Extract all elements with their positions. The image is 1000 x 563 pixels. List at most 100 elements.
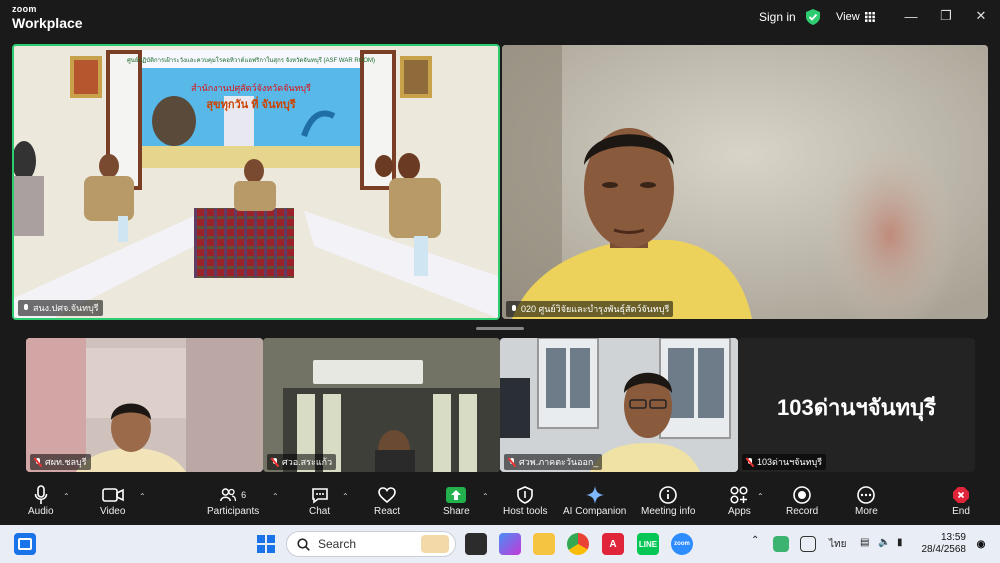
pdf-reader-icon[interactable]: A xyxy=(602,533,624,555)
tile-name-tag: ศวอ.สระแก้ว xyxy=(267,454,337,470)
microphone-icon xyxy=(510,304,518,314)
video-camera-icon xyxy=(101,488,124,502)
banner-slogan-1: สำนักงานปศุสัตว์จังหวัดจันทบุรี xyxy=(191,82,311,94)
restore-icon[interactable]: ❐ xyxy=(938,8,954,24)
microphone-muted-icon xyxy=(746,457,754,467)
banner-top-text: ศูนย์ปฏิบัติการเฝ้าระวังและควบคุมโรคอหิว… xyxy=(127,56,375,64)
shield-check-icon xyxy=(806,9,820,25)
participant-name: ศวอ.สระแก้ว xyxy=(282,457,333,467)
ai-companion-button[interactable]: AI Companion xyxy=(563,484,626,517)
search-highlight-icon xyxy=(421,535,449,553)
end-meeting-button[interactable]: End xyxy=(952,484,970,517)
zoom-logo: zoom Workplace xyxy=(12,4,83,31)
participant-name: ศวพ.ภาคตะวันออก_ xyxy=(519,457,599,467)
video-tile-3[interactable]: ศผท.ชลบุรี xyxy=(26,338,263,472)
chat-button[interactable]: Chat xyxy=(309,484,330,517)
microphone-icon xyxy=(34,485,48,504)
share-screen-icon xyxy=(446,487,467,503)
video-tile-4[interactable]: ศวอ.สระแก้ว xyxy=(263,338,500,472)
view-label: View xyxy=(836,11,860,23)
meeting-info-button[interactable]: Meeting info xyxy=(641,484,695,517)
video-options-caret-icon[interactable]: ⌃ xyxy=(139,492,146,501)
audio-button[interactable]: Audio xyxy=(28,484,54,517)
microphone-icon xyxy=(22,303,30,313)
share-caret-icon[interactable]: ⌃ xyxy=(482,492,489,501)
clock-time: 13:59 xyxy=(940,532,966,543)
info-icon xyxy=(659,486,678,504)
record-icon xyxy=(793,486,811,504)
volume-icon[interactable]: 🔈 xyxy=(878,537,890,548)
tray-app-icon[interactable] xyxy=(773,536,789,552)
tray-overflow-icon[interactable]: ⌃ xyxy=(751,535,759,546)
search-placeholder: Search xyxy=(318,537,357,551)
widgets-icon[interactable] xyxy=(14,533,36,555)
video-tile-5[interactable]: ศวพ.ภาคตะวันออก_ xyxy=(500,338,738,472)
chat-bubble-icon xyxy=(311,487,328,504)
notification-bell-icon[interactable]: ◉ xyxy=(973,536,989,552)
participant-name: 020 ศูนย์วิจัยและบำรุงพันธุ์สัตว์จันทบุร… xyxy=(521,304,670,314)
meeting-info-label: Meeting info xyxy=(641,506,696,517)
more-icon xyxy=(857,486,876,504)
participant-name: ศผท.ชลบุรี xyxy=(45,457,87,467)
minimize-icon[interactable]: — xyxy=(903,8,919,24)
brand-bottom: Workplace xyxy=(12,15,83,31)
microphone-muted-icon xyxy=(34,457,42,467)
video-tile-room[interactable]: ศูนย์ปฏิบัติการเฝ้าระวังและควบคุมโรคอหิว… xyxy=(12,44,500,320)
meeting-toolbar: Audio ⌃ Video ⌃ 6 Participants ⌃ Chat ⌃ … xyxy=(0,480,1000,525)
video-tile-6[interactable]: 103ด่านฯจันทบุรี 103ด่านฯจันทบุรี xyxy=(738,338,975,472)
start-icon[interactable] xyxy=(255,533,277,555)
video-tile-speaker[interactable]: 020 ศูนย์วิจัยและบำรุงพันธุ์สัตว์จันทบุร… xyxy=(502,45,988,319)
language-indicator[interactable]: ไทย xyxy=(829,537,846,552)
shield-icon xyxy=(517,486,534,504)
share-label: Share xyxy=(443,506,470,517)
record-label: Record xyxy=(786,506,819,517)
ai-companion-label: AI Companion xyxy=(563,506,627,517)
tile-name-tag: ศวพ.ภาคตะวันออก_ xyxy=(504,454,603,470)
battery-icon[interactable]: ▮ xyxy=(897,537,903,548)
video-label: Video xyxy=(100,506,126,517)
chat-caret-icon[interactable]: ⌃ xyxy=(342,492,349,501)
participants-button[interactable]: 6 Participants xyxy=(207,484,259,517)
grid-icon xyxy=(864,12,875,22)
resize-handle[interactable] xyxy=(476,327,524,330)
more-button[interactable]: More xyxy=(855,484,878,517)
tile-name-tag: 103ด่านฯจันทบุรี xyxy=(742,454,827,470)
room-scene: ศูนย์ปฏิบัติการเฝ้าระวังและควบคุมโรคอหิว… xyxy=(14,46,498,318)
host-tools-button[interactable]: Host tools xyxy=(503,484,547,517)
apps-caret-icon[interactable]: ⌃ xyxy=(757,492,764,501)
title-bar: zoom Workplace Sign in View — ❐ ✕ xyxy=(0,0,1000,36)
os-taskbar: Search A LINE zoom ⌃ ไทย ▤ 🔈 ▮ 13:59 28/… xyxy=(0,525,1000,563)
tile-5-scene xyxy=(500,338,738,472)
participants-caret-icon[interactable]: ⌃ xyxy=(272,492,279,501)
end-icon xyxy=(953,487,969,503)
video-button[interactable]: Video xyxy=(100,484,125,517)
react-button[interactable]: React xyxy=(374,484,400,517)
sign-in-button[interactable]: Sign in xyxy=(759,10,796,24)
apps-button[interactable]: Apps xyxy=(728,484,751,517)
tile-3-scene xyxy=(26,338,263,472)
share-button[interactable]: Share xyxy=(443,484,470,517)
copilot-icon[interactable] xyxy=(499,533,521,555)
apps-icon xyxy=(730,486,748,504)
clock-date: 28/4/2568 xyxy=(921,544,967,555)
tray-display-icon[interactable] xyxy=(800,536,816,552)
search-icon xyxy=(297,537,310,551)
audio-label: Audio xyxy=(28,506,54,517)
tile-name-tag: ศผท.ชลบุรี xyxy=(30,454,91,470)
chrome-icon[interactable] xyxy=(567,533,589,555)
wifi-icon[interactable]: ▤ xyxy=(860,537,869,548)
system-clock[interactable]: 13:59 28/4/2568 xyxy=(918,532,967,556)
speaker-scene xyxy=(502,45,988,319)
file-explorer-icon[interactable] xyxy=(533,533,555,555)
zoom-taskbar-icon[interactable]: zoom xyxy=(671,533,693,555)
tile-name-tag: 020 ศูนย์วิจัยและบำรุงพันธุ์สัตว์จันทบุร… xyxy=(506,301,674,317)
brand-top: zoom xyxy=(12,4,37,14)
close-icon[interactable]: ✕ xyxy=(973,8,989,24)
audio-options-caret-icon[interactable]: ⌃ xyxy=(63,492,70,501)
taskbar-search-input[interactable]: Search xyxy=(286,531,456,557)
record-button[interactable]: Record xyxy=(786,484,818,517)
line-icon[interactable]: LINE xyxy=(637,533,659,555)
participant-placeholder-name: 103ด่านฯจันทบุรี xyxy=(777,395,936,420)
view-button[interactable]: View xyxy=(836,11,875,23)
task-view-icon[interactable] xyxy=(465,533,487,555)
